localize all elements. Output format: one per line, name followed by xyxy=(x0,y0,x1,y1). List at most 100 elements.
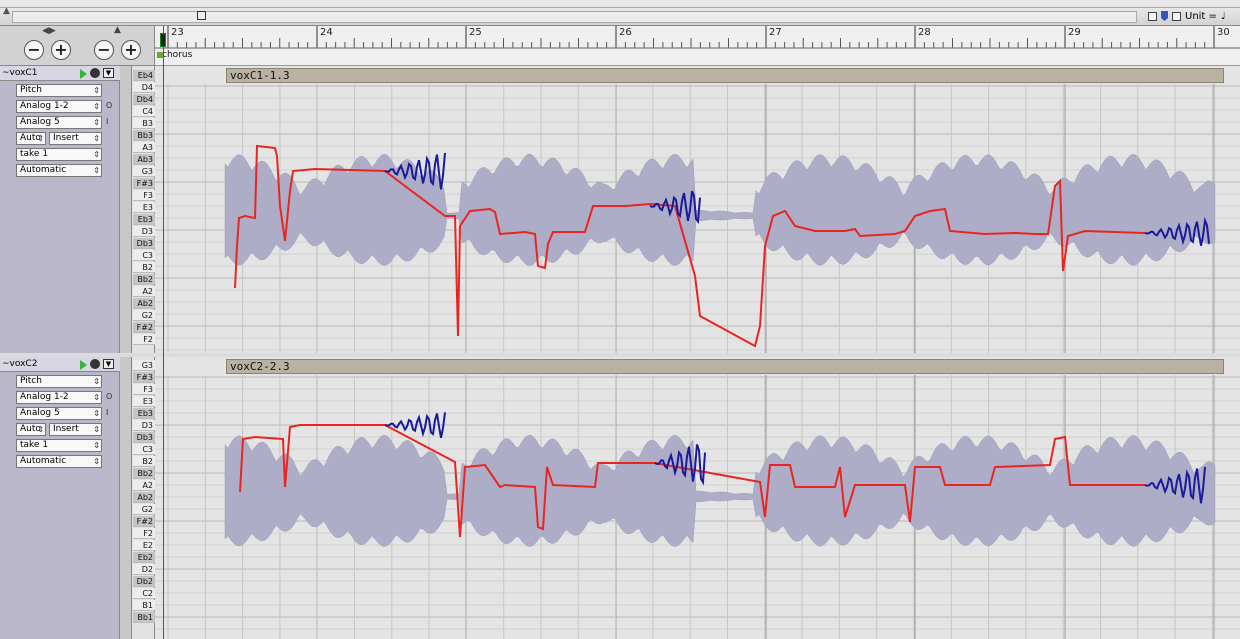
record-icon[interactable] xyxy=(90,68,100,78)
track-name[interactable]: ~voxC2 xyxy=(0,357,120,372)
track-menu-chevron-icon[interactable]: ▼ xyxy=(103,68,114,78)
playhead-handle[interactable] xyxy=(160,33,166,47)
note-label: E2 xyxy=(133,540,155,551)
bar-number: 24 xyxy=(320,27,333,38)
title-strip xyxy=(0,0,1240,8)
note-label: F#3 xyxy=(133,178,155,189)
mode-select[interactable]: Pitch xyxy=(16,84,102,97)
take-select[interactable]: take 1 xyxy=(16,439,102,452)
note-label: B2 xyxy=(133,456,155,467)
note-label: Eb2 xyxy=(133,552,155,563)
input-select[interactable]: Analog 1-2 xyxy=(16,391,102,404)
track-menu-chevron-icon[interactable]: ▼ xyxy=(103,359,114,369)
grid-flag-icon[interactable] xyxy=(1161,11,1168,21)
snap-toggle-icon[interactable] xyxy=(1172,11,1181,21)
top-toolbar: ▲ Unit = ♩ xyxy=(0,0,1240,26)
h-zoom-in-button[interactable]: + xyxy=(51,40,71,60)
note-label: C3 xyxy=(133,444,155,455)
record-icon[interactable] xyxy=(90,359,100,369)
v-zoom-out-button[interactable]: − xyxy=(94,40,114,60)
note-label: B2 xyxy=(133,262,155,273)
note-label: F#2 xyxy=(133,516,155,527)
v-zoom-in-button[interactable]: + xyxy=(121,40,141,60)
note-label: Db3 xyxy=(133,432,155,443)
pitch-ruler: Eb4 D4 Db4 C4 B3 Bb3 A3 Ab3 G3 F#3 F3 E3 Eb3 D3 Db3 C3 B… xyxy=(120,66,155,353)
note-label: Bb1 xyxy=(133,612,155,623)
bar-number: 26 xyxy=(619,27,632,38)
note-label: G3 xyxy=(133,166,155,177)
insert-select[interactable]: Insert xyxy=(49,423,102,436)
horizontal-scrollbar[interactable] xyxy=(12,11,1137,23)
bar-number: 25 xyxy=(469,27,482,38)
auto-select[interactable]: Auto xyxy=(16,423,46,436)
track-name[interactable]: ~voxC1 xyxy=(0,66,120,81)
note-label: F2 xyxy=(133,334,155,345)
note-label: A2 xyxy=(133,286,155,297)
pitch-lane[interactable]: voxC2-2.3 xyxy=(155,357,1240,639)
pitch-lane[interactable]: voxC1-1.3 xyxy=(155,66,1240,353)
note-label: D2 xyxy=(133,564,155,575)
output-select[interactable]: Analog 5 xyxy=(16,116,102,129)
play-icon[interactable] xyxy=(80,360,87,370)
play-icon[interactable] xyxy=(80,69,87,79)
mode-select[interactable]: Pitch xyxy=(16,375,102,388)
automation-select[interactable]: Automatic xyxy=(16,164,102,177)
bar-number: 28 xyxy=(918,27,931,38)
note-label: D4 xyxy=(133,82,155,93)
scroll-up-arrow-icon[interactable]: ▲ xyxy=(3,6,10,16)
track-voxC1: ~voxC1 ▼ Pitch Analog 1-2 O Analog 5 I A… xyxy=(0,66,1240,353)
pitch-ruler: G3 F#3 F3 E3 Eb3 D3 Db3 C3 B2 Bb2 A2 Ab2 G2 F#2 F2 E2 Eb… xyxy=(120,357,155,639)
note-label: G3 xyxy=(133,360,155,371)
track-header: ~voxC1 ▼ Pitch Analog 1-2 O Analog 5 I A… xyxy=(0,66,120,353)
note-label: E3 xyxy=(133,396,155,407)
horizontal-zoom-arrows-icon: ◀▶ xyxy=(42,26,56,36)
note-label: Db3 xyxy=(133,238,155,249)
bar-number: 29 xyxy=(1068,27,1081,38)
note-label: G2 xyxy=(133,504,155,515)
output-indicator: I xyxy=(106,117,109,126)
insert-select[interactable]: Insert xyxy=(49,132,102,145)
bar-number: 23 xyxy=(171,27,184,38)
note-label: Bb3 xyxy=(133,130,155,141)
track-header: ~voxC2 ▼ Pitch Analog 1-2 O Analog 5 I A… xyxy=(0,357,120,639)
vertical-zoom-arrows-icon: ▲ xyxy=(114,25,121,35)
note-label: D3 xyxy=(133,420,155,431)
note-label: C2 xyxy=(133,588,155,599)
pitch-scroll-strip[interactable] xyxy=(120,66,132,353)
pitch-scroll-strip[interactable] xyxy=(120,357,132,639)
note-label: D3 xyxy=(133,226,155,237)
automation-select[interactable]: Automatic xyxy=(16,455,102,468)
marker-chorus[interactable]: chorus xyxy=(156,50,192,60)
note-label: F2 xyxy=(133,528,155,539)
unit-label: Unit = xyxy=(1185,10,1217,22)
note-label: B3 xyxy=(133,118,155,129)
view-toggle-icon[interactable] xyxy=(1148,11,1157,21)
note-label: C3 xyxy=(133,250,155,261)
note-label: Ab2 xyxy=(133,298,155,309)
quarter-note-icon[interactable]: ♩ xyxy=(1221,11,1226,22)
unit-selector[interactable]: Unit = ♩ xyxy=(1148,9,1226,23)
playhead[interactable] xyxy=(163,26,164,639)
note-label: A3 xyxy=(133,142,155,153)
note-label: A2 xyxy=(133,480,155,491)
output-select[interactable]: Analog 5 xyxy=(16,407,102,420)
note-label: C4 xyxy=(133,106,155,117)
bar-number: 30 xyxy=(1217,27,1230,38)
note-label: Bb2 xyxy=(133,468,155,479)
note-label: B1 xyxy=(133,600,155,611)
note-label: E3 xyxy=(133,202,155,213)
bar-number: 27 xyxy=(769,27,782,38)
note-label: G2 xyxy=(133,310,155,321)
h-zoom-out-button[interactable]: − xyxy=(24,40,44,60)
pitch-graph xyxy=(155,375,1240,639)
note-label: Eb3 xyxy=(133,214,155,225)
note-label: Eb3 xyxy=(133,408,155,419)
auto-select[interactable]: Auto xyxy=(16,132,46,145)
take-select[interactable]: take 1 xyxy=(16,148,102,161)
note-label: F3 xyxy=(133,190,155,201)
input-indicator: O xyxy=(106,392,113,401)
note-label: Bb2 xyxy=(133,274,155,285)
timeline-ruler[interactable]: 23 24 25 26 27 28 29 30 chorus xyxy=(155,26,1240,66)
input-select[interactable]: Analog 1-2 xyxy=(16,100,102,113)
scroll-handle[interactable] xyxy=(197,11,206,20)
